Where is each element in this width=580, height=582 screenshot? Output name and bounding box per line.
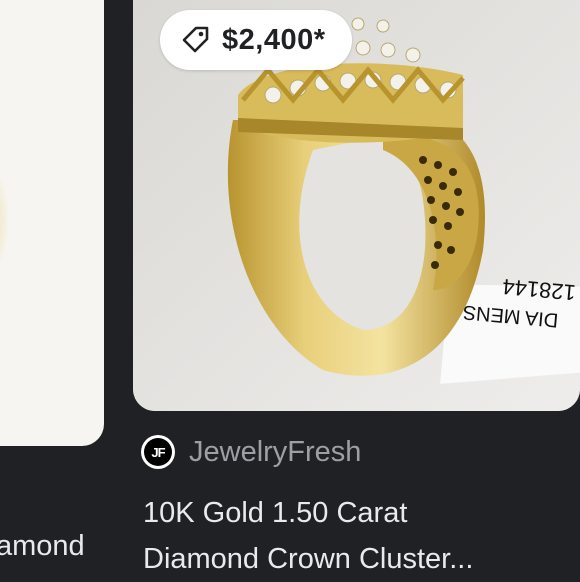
product-title[interactable]: 10K Gold 1.50 Carat Diamond Crown Cluste…: [143, 490, 573, 582]
product-title-line-2: Diamond Crown Cluster...: [143, 543, 474, 575]
left-ring-edge: [0, 160, 8, 280]
source-favicon: JF: [141, 435, 175, 469]
price-chip[interactable]: $2,400*: [160, 10, 352, 70]
product-title-line-1: 10K Gold 1.50 Carat: [143, 497, 408, 529]
price-label: $2,400*: [222, 23, 326, 56]
left-result-image[interactable]: [0, 0, 104, 446]
result-source[interactable]: JF JewelryFresh: [141, 432, 361, 472]
source-logo-text: JF: [144, 438, 172, 466]
price-tag-icon: [180, 24, 212, 56]
source-name: JewelryFresh: [189, 435, 362, 468]
left-result-title[interactable]: amond: [0, 526, 85, 566]
